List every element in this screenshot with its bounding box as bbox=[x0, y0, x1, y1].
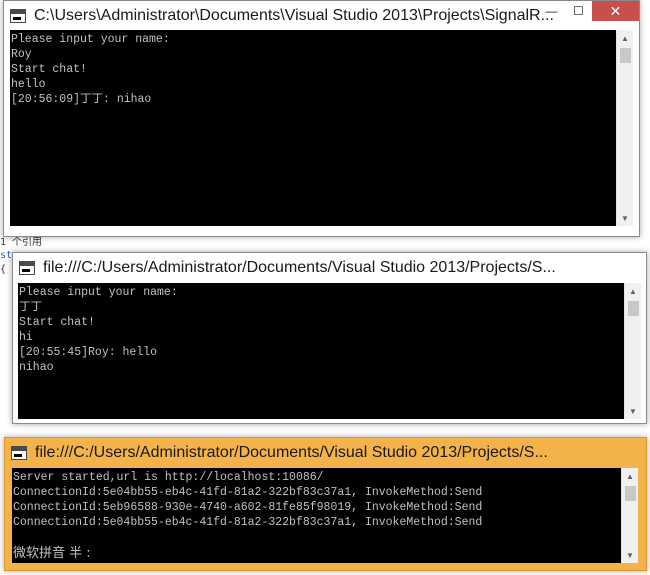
window-titlebar[interactable]: file:///C:/Users/Administrator/Documents… bbox=[13, 253, 646, 283]
console-output[interactable]: Please input your name: 丁丁 Start chat! hi [2… bbox=[18, 283, 641, 419]
console-app-icon bbox=[11, 446, 27, 460]
maximize-button[interactable]: ☐ bbox=[565, 1, 592, 21]
console-app-icon bbox=[19, 261, 35, 275]
console-line: [20:56:09]丁丁: nihao bbox=[11, 93, 152, 106]
scroll-thumb[interactable] bbox=[625, 486, 636, 501]
console-line: Please input your name: bbox=[11, 33, 170, 46]
console-line: Start chat! bbox=[11, 63, 87, 76]
window-titlebar[interactable]: file:///C:/Users/Administrator/Documents… bbox=[5, 438, 646, 468]
window-titlebar[interactable]: C:\Users\Administrator\Documents\Visual … bbox=[4, 1, 639, 31]
console-line: Roy bbox=[11, 48, 32, 61]
ime-status-bar: 微软拼音 半 : bbox=[13, 546, 91, 561]
console-text: Please input your name: Roy Start chat! hel… bbox=[10, 30, 633, 107]
console-line: Server started,url is http://localhost:1… bbox=[13, 471, 324, 484]
scroll-up-arrow-icon[interactable]: ▲ bbox=[617, 30, 633, 46]
console-line: [20:55:45]Roy: hello bbox=[19, 346, 158, 359]
console-app-icon bbox=[10, 9, 26, 23]
console-line: ConnectionId:5eb96588-930e-4740-a602-81f… bbox=[13, 501, 483, 514]
window-controls: — ☐ ✕ bbox=[538, 1, 639, 23]
console-window-client-dingding[interactable]: file:///C:/Users/Administrator/Documents… bbox=[12, 252, 647, 424]
console-window-client-roy[interactable]: C:\Users\Administrator\Documents\Visual … bbox=[3, 0, 640, 237]
console-text: Please input your name: 丁丁 Start chat! hi [2… bbox=[18, 283, 641, 375]
vertical-scrollbar[interactable]: ▲ ▼ bbox=[624, 283, 641, 419]
scroll-thumb[interactable] bbox=[620, 48, 631, 63]
console-line: ConnectionId:5e04bb55-eb4c-41fd-81a2-322… bbox=[13, 486, 483, 499]
code-fragment: st bbox=[0, 250, 13, 261]
console-line: Please input your name: bbox=[19, 286, 178, 299]
console-output[interactable]: Please input your name: Roy Start chat! hel… bbox=[10, 30, 633, 226]
code-fragment: { bbox=[0, 264, 7, 275]
window-title: file:///C:/Users/Administrator/Documents… bbox=[43, 259, 556, 276]
close-button[interactable]: ✕ bbox=[592, 1, 639, 21]
vertical-scrollbar[interactable]: ▲ ▼ bbox=[621, 468, 638, 563]
console-line: hi bbox=[19, 331, 33, 344]
console-line: ConnectionId:5e04bb55-eb4c-41fd-81a2-322… bbox=[13, 516, 483, 529]
console-text: Server started,url is http://localhost:1… bbox=[12, 468, 638, 530]
scroll-up-arrow-icon[interactable]: ▲ bbox=[622, 468, 638, 484]
vertical-scrollbar[interactable]: ▲ ▼ bbox=[616, 30, 633, 226]
window-title: file:///C:/Users/Administrator/Documents… bbox=[35, 444, 548, 461]
scroll-down-arrow-icon[interactable]: ▼ bbox=[617, 210, 633, 226]
minimize-button[interactable]: — bbox=[538, 1, 565, 21]
window-title: C:\Users\Administrator\Documents\Visual … bbox=[34, 7, 554, 24]
scroll-thumb[interactable] bbox=[628, 301, 639, 316]
scroll-down-arrow-icon[interactable]: ▼ bbox=[625, 403, 641, 419]
console-line: 丁丁 bbox=[19, 301, 42, 314]
scroll-down-arrow-icon[interactable]: ▼ bbox=[622, 547, 638, 563]
console-window-server[interactable]: file:///C:/Users/Administrator/Documents… bbox=[4, 437, 647, 571]
console-output[interactable]: Server started,url is http://localhost:1… bbox=[12, 468, 638, 563]
console-line: nihao bbox=[19, 361, 54, 374]
scroll-up-arrow-icon[interactable]: ▲ bbox=[625, 283, 641, 299]
console-line: hello bbox=[11, 78, 46, 91]
console-line: Start chat! bbox=[19, 316, 95, 329]
